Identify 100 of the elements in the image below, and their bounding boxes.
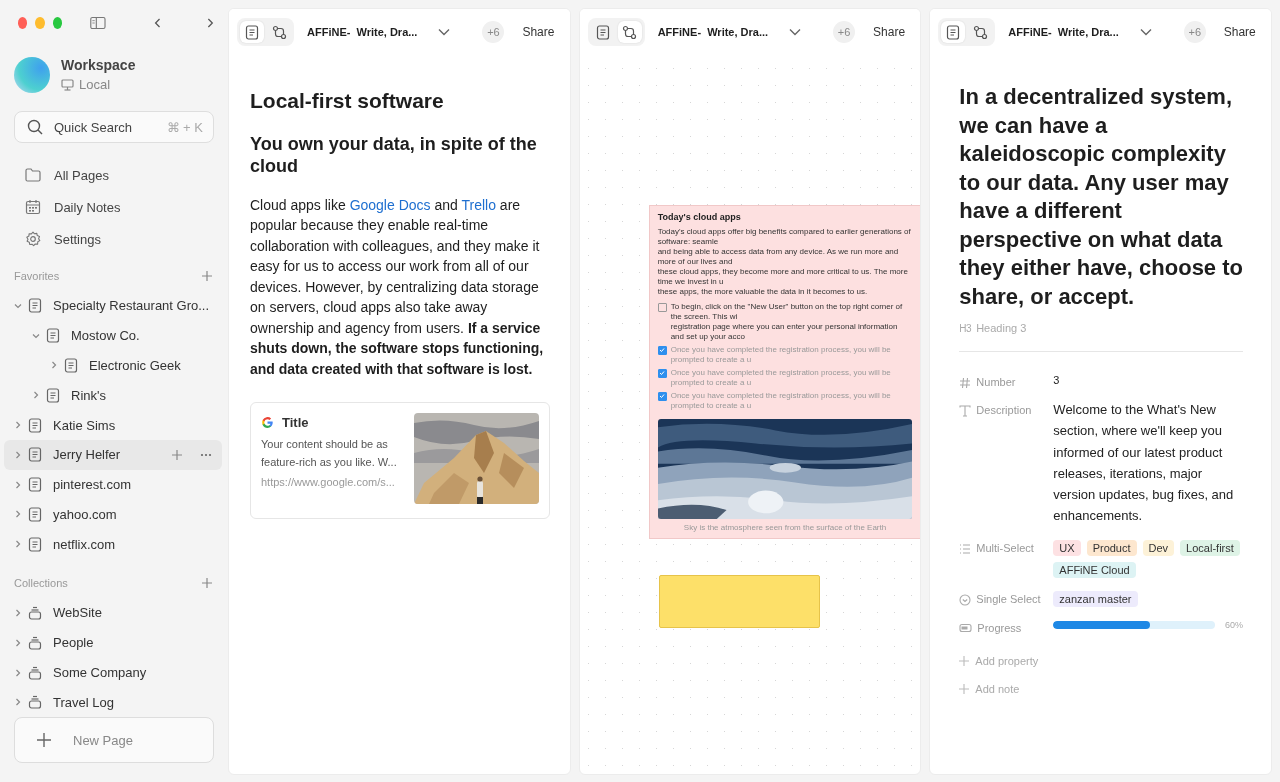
caret-icon[interactable] (789, 28, 802, 36)
doc-title[interactable]: AFFiNE- Write, Dra... (1008, 26, 1119, 38)
link-card[interactable]: Title Your content should be as feature-rich as you like. W... https://www.google.com/s... (250, 402, 550, 520)
add-icon[interactable] (202, 271, 212, 282)
collection-item[interactable]: WebSite (4, 598, 214, 628)
note-text-line: these apps, the more valuable the data in it becomes to us. (657, 287, 869, 297)
page-tree-item[interactable]: Jerry Helfer (4, 440, 222, 470)
progress-icon (959, 622, 973, 633)
checkbox[interactable] (657, 369, 667, 378)
page-tree-item[interactable]: Katie Sims (4, 410, 214, 440)
mode-toggle[interactable] (941, 21, 966, 43)
collection-icon (28, 695, 42, 710)
property-label: Progress (977, 621, 1022, 634)
property-value[interactable]: Welcome to the What's New section, where we'll keep you informed of our latest product releases, iterations, major version updates, bug fixes, and enhancements. (1053, 399, 1243, 527)
page-icon (28, 298, 42, 314)
chevron-icon[interactable] (14, 540, 22, 549)
page-icon (64, 358, 78, 373)
tag[interactable]: Product (1086, 539, 1137, 556)
note-card[interactable] (648, 205, 921, 539)
link[interactable]: Trello (461, 196, 496, 213)
workspace-name[interactable]: Workspace (61, 57, 136, 73)
mode-switch[interactable] (938, 18, 996, 46)
todo-text-line: registration page where you can enter your personal information and set up your acco (670, 322, 899, 342)
chevron-icon[interactable] (14, 421, 22, 430)
more-icon[interactable] (200, 452, 212, 457)
hash-icon (959, 377, 972, 389)
page-icon (46, 387, 60, 403)
tag[interactable]: Dev (1142, 539, 1175, 556)
page-tree-item[interactable]: Specialty Restaurant Gro... (4, 291, 214, 321)
property-value[interactable]: 3 (1053, 374, 1060, 386)
checkbox[interactable] (657, 346, 667, 355)
page-tree-item[interactable]: Mostow Co. (4, 320, 214, 351)
page-title: yahoo.com (53, 506, 117, 522)
nav-item[interactable]: All Pages (14, 159, 214, 192)
heading-level-icon: H3 (959, 322, 972, 334)
page-tree-item[interactable]: Electronic Geek (4, 350, 214, 381)
chevron-icon[interactable] (14, 608, 22, 617)
page-icon (28, 447, 42, 463)
share-button[interactable]: Share (516, 21, 561, 43)
close-window-button[interactable] (18, 16, 28, 29)
chevron-icon[interactable] (14, 638, 22, 647)
tag[interactable]: AFFiNE Cloud (1053, 561, 1136, 578)
chevron-icon[interactable] (32, 331, 40, 340)
chevron-icon[interactable] (14, 668, 22, 677)
chevron-icon[interactable] (14, 480, 22, 489)
settings-icon (25, 231, 41, 248)
page-title: Rink's (71, 387, 106, 403)
link[interactable]: Google Docs (349, 196, 431, 213)
progress-reading: 60% (1225, 619, 1243, 630)
card-title: Title (282, 415, 309, 431)
sidebar-toggle-icon[interactable] (90, 14, 107, 31)
nav-item[interactable]: Daily Notes (14, 191, 214, 224)
minimize-window-button[interactable] (35, 16, 45, 29)
add-icon[interactable] (202, 578, 212, 589)
new-page-button[interactable]: New Page (14, 717, 214, 763)
page-tree-item[interactable]: yahoo.com (4, 499, 214, 530)
chevron-icon[interactable] (14, 510, 22, 519)
collection-icon (28, 635, 42, 650)
collection-item[interactable]: People (4, 627, 214, 658)
share-button[interactable]: Share (867, 21, 912, 43)
checkbox[interactable] (657, 392, 667, 401)
collection-title: WebSite (53, 605, 102, 621)
progress-bar[interactable] (1053, 620, 1215, 629)
doc-title[interactable]: AFFiNE- Write, Dra... (307, 26, 418, 38)
page-icon (595, 24, 610, 40)
caret-icon[interactable] (1139, 28, 1152, 36)
page-tree-item[interactable]: pinterest.com (4, 469, 214, 500)
page-tree-item[interactable]: netflix.com (4, 529, 214, 560)
plus-icon (959, 683, 970, 694)
collection-icon (28, 665, 42, 680)
page-title: Specialty Restaurant Gro... (53, 298, 210, 314)
chevron-icon[interactable] (50, 361, 58, 370)
nav-item[interactable]: Settings (14, 223, 214, 256)
mode-switch[interactable] (237, 18, 294, 46)
zoom-window-button[interactable] (52, 16, 63, 29)
chevron-icon[interactable] (32, 391, 40, 400)
chevron-icon[interactable] (14, 301, 22, 310)
collection-item[interactable]: Travel Log (4, 687, 214, 718)
tag[interactable]: UX (1053, 539, 1081, 556)
quick-search-field[interactable]: Quick Search ⌘ + K (14, 111, 214, 144)
tag[interactable]: zanzan master (1053, 590, 1138, 607)
mode-switch[interactable] (587, 18, 645, 46)
page-title: Mostow Co. (71, 328, 140, 344)
chevron-icon[interactable] (14, 450, 22, 459)
page-tree-item[interactable]: Rink's (4, 380, 214, 411)
collection-item[interactable]: Some Company (4, 657, 214, 688)
doc-title[interactable]: AFFiNE- Write, Dra... (657, 26, 769, 38)
tag[interactable]: Local-first (1180, 539, 1240, 556)
chevron-icon[interactable] (14, 698, 22, 707)
property-label: Description (976, 404, 1032, 416)
workspace-avatar[interactable] (14, 56, 50, 93)
calendar-icon (25, 199, 41, 216)
plus-icon (37, 733, 51, 748)
mode-toggle[interactable] (240, 21, 264, 43)
search-icon (27, 119, 43, 136)
mode-toggle[interactable] (617, 21, 642, 43)
caret-icon[interactable] (438, 28, 451, 36)
share-button[interactable]: Share (1217, 21, 1262, 43)
checkbox[interactable] (657, 303, 667, 312)
add-icon[interactable] (172, 449, 182, 460)
